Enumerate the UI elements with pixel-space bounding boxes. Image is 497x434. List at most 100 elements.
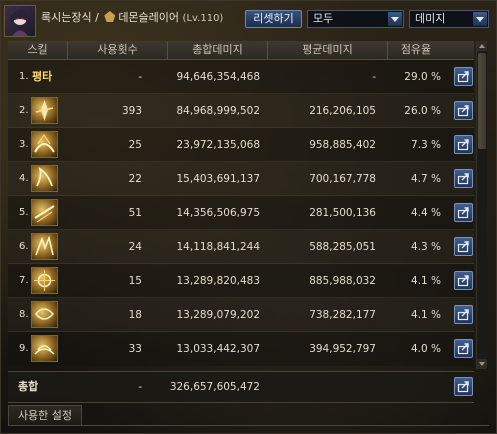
share-arrow-icon (457, 275, 469, 287)
damage-meter-panel: 록시는장식 / 데몬슬레이어 (Lv.110) 리셋하기 모두 데미지 스킬 사… (0, 0, 497, 434)
share-arrow-icon (457, 139, 469, 151)
share-button[interactable] (454, 101, 473, 120)
total-label: 총합 (18, 380, 39, 393)
skill-damage-table: 스킬 사용횟수 총합데미지 평균데미지 점유율 1. 평타 - 94,646,3… (8, 41, 474, 369)
damage-share: 29.0 % (404, 71, 441, 83)
character-name: 록시는장식 / (41, 11, 103, 24)
table-row[interactable]: 4. 22 15,403,691,137 700,167,778 4.7 % (8, 162, 474, 196)
uses-count: 393 (121, 105, 142, 117)
uses-count: 24 (128, 241, 142, 253)
table-row[interactable]: 3. 25 23,972,135,068 958,885,402 7.3 % (8, 128, 474, 162)
column-header-total-damage[interactable]: 총합데미지 (168, 41, 268, 59)
demon-skill-icon (31, 233, 58, 260)
header-bar: 록시는장식 / 데몬슬레이어 (Lv.110) 리셋하기 모두 데미지 (1, 1, 497, 41)
row-rank: 2. (19, 105, 29, 116)
demon-skill-icon (31, 199, 58, 226)
uses-count: 22 (128, 173, 142, 185)
share-button[interactable] (454, 377, 473, 396)
share-button[interactable] (454, 305, 473, 324)
column-header-skill[interactable]: 스킬 (8, 41, 68, 59)
scroll-up-arrow-icon[interactable] (477, 41, 487, 51)
average-damage: - (372, 71, 376, 83)
total-damage: 23,972,135,068 (176, 139, 261, 151)
filter-dropdown[interactable]: 모두 (307, 10, 404, 28)
share-button[interactable] (454, 67, 473, 86)
demon-skill-icon (31, 97, 58, 124)
share-button[interactable] (454, 169, 473, 188)
average-damage: 958,885,402 (309, 139, 376, 151)
uses-count: - (138, 71, 142, 83)
share-arrow-icon (457, 343, 469, 355)
share-button[interactable] (454, 339, 473, 358)
damage-share: 4.7 % (410, 173, 441, 185)
footer-divider (8, 425, 489, 426)
share-arrow-icon (457, 381, 469, 393)
uses-count: 15 (128, 275, 142, 287)
chevron-down-icon[interactable] (388, 12, 402, 26)
row-rank: 4. (19, 173, 29, 184)
reset-button[interactable]: 리셋하기 (245, 10, 302, 28)
total-row: 총합 - 326,657,605,472 (8, 371, 474, 403)
table-scrollbar[interactable] (476, 41, 487, 369)
used-settings-tab[interactable]: 사용한 설정 (8, 405, 82, 425)
average-damage: 281,500,136 (309, 207, 376, 219)
table-row[interactable]: 9. 33 13,033,442,307 394,952,797 4.0 % (8, 332, 474, 366)
share-arrow-icon (457, 173, 469, 185)
average-damage: 588,285,051 (309, 241, 376, 253)
filter-dropdown-value: 모두 (313, 12, 334, 25)
share-button[interactable] (454, 203, 473, 222)
uses-count: 51 (128, 207, 142, 219)
table-row[interactable]: 5. 51 14,356,506,975 281,500,136 4.4 % (8, 196, 474, 230)
column-header-average-damage[interactable]: 평균데미지 (268, 41, 388, 59)
row-rank: 5. (19, 207, 29, 218)
damage-share: 26.0 % (404, 105, 441, 117)
table-row[interactable]: 2. 393 84,968,999,502 216,206,105 26.0 % (8, 94, 474, 128)
chevron-down-icon[interactable] (473, 12, 487, 26)
table-row[interactable]: 6. 24 14,118,841,244 588,285,051 4.3 % (8, 230, 474, 264)
table-row[interactable]: 7. 15 13,289,820,483 885,988,032 4.1 % (8, 264, 474, 298)
demon-skill-icon (31, 335, 58, 362)
damage-share: 4.1 % (410, 309, 441, 321)
share-arrow-icon (457, 241, 469, 253)
class-emblem-icon (104, 11, 116, 22)
row-rank: 7. (19, 275, 29, 286)
total-damage: 14,356,506,975 (176, 207, 261, 219)
average-damage: 216,206,105 (309, 105, 376, 117)
table-row[interactable]: 1. 평타 - 94,646,354,468 - 29.0 % (8, 60, 474, 94)
column-header-uses[interactable]: 사용횟수 (68, 41, 168, 59)
scroll-thumb[interactable] (478, 53, 486, 149)
average-damage: 885,988,032 (309, 275, 376, 287)
row-rank: 3. (19, 139, 29, 150)
average-damage: 394,952,797 (309, 343, 376, 355)
share-button[interactable] (454, 271, 473, 290)
share-arrow-icon (457, 105, 469, 117)
class-name: 데몬슬레이어 (118, 11, 180, 24)
damage-share: 7.3 % (410, 139, 441, 151)
total-damage: 15,403,691,137 (176, 173, 261, 185)
demon-skill-icon (31, 267, 58, 294)
share-arrow-icon (457, 71, 469, 83)
uses-count: 25 (128, 139, 142, 151)
character-level: (Lv.110) (182, 13, 224, 24)
column-header-share[interactable]: 점유율 (388, 41, 444, 59)
share-button[interactable] (454, 135, 473, 154)
metric-dropdown[interactable]: 데미지 (409, 10, 489, 28)
damage-share: 4.1 % (410, 275, 441, 287)
average-damage: 738,282,177 (309, 309, 376, 321)
scroll-down-arrow-icon[interactable] (477, 359, 487, 369)
total-damage: 94,646,354,468 (176, 71, 261, 83)
share-button[interactable] (454, 237, 473, 256)
row-rank: 6. (19, 241, 29, 252)
uses-count: 18 (128, 309, 142, 321)
row-rank: 9. (19, 343, 29, 354)
table-row[interactable]: 8. 18 13,289,079,202 738,282,177 4.1 % (8, 298, 474, 332)
demon-skill-icon (31, 165, 58, 192)
average-damage: 700,167,778 (309, 173, 376, 185)
metric-dropdown-value: 데미지 (415, 12, 446, 25)
share-arrow-icon (457, 207, 469, 219)
demon-skill-icon (31, 301, 58, 328)
total-damage: 14,118,841,244 (176, 241, 261, 253)
total-uses: - (138, 381, 142, 393)
damage-share: 4.4 % (410, 207, 441, 219)
share-arrow-icon (457, 309, 469, 321)
